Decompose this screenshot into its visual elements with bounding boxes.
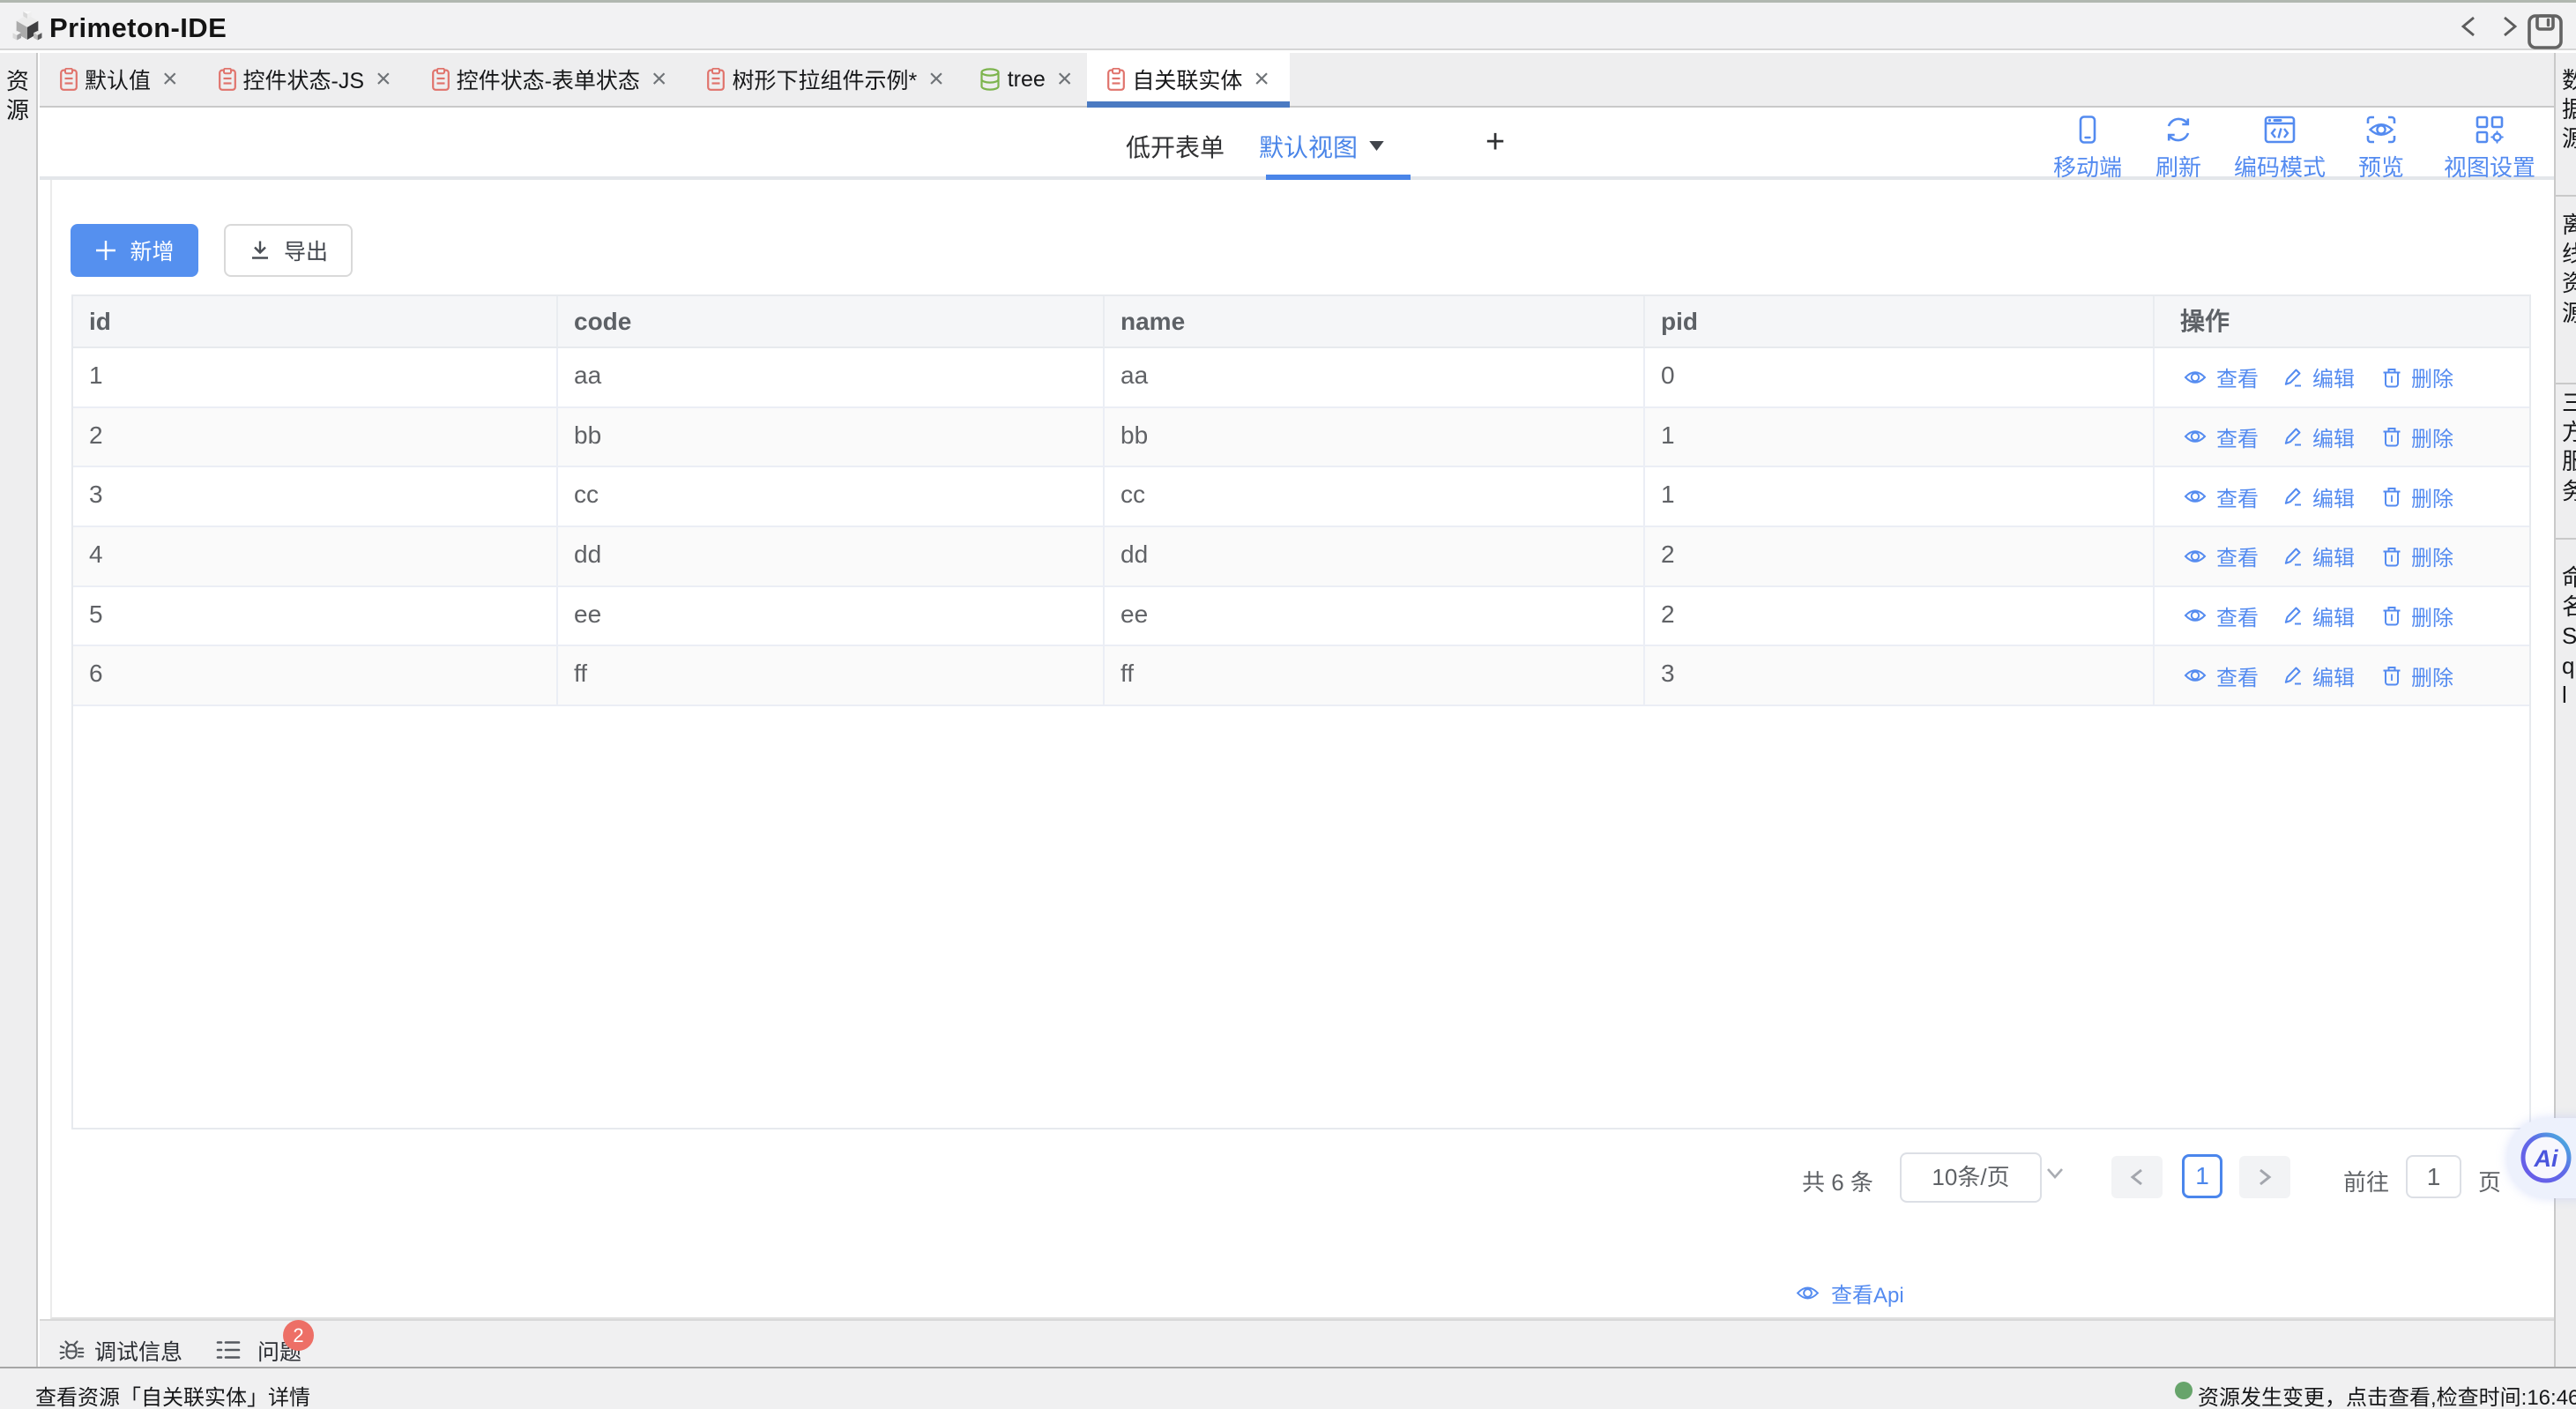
svg-text:Ai: Ai (2534, 1145, 2558, 1172)
